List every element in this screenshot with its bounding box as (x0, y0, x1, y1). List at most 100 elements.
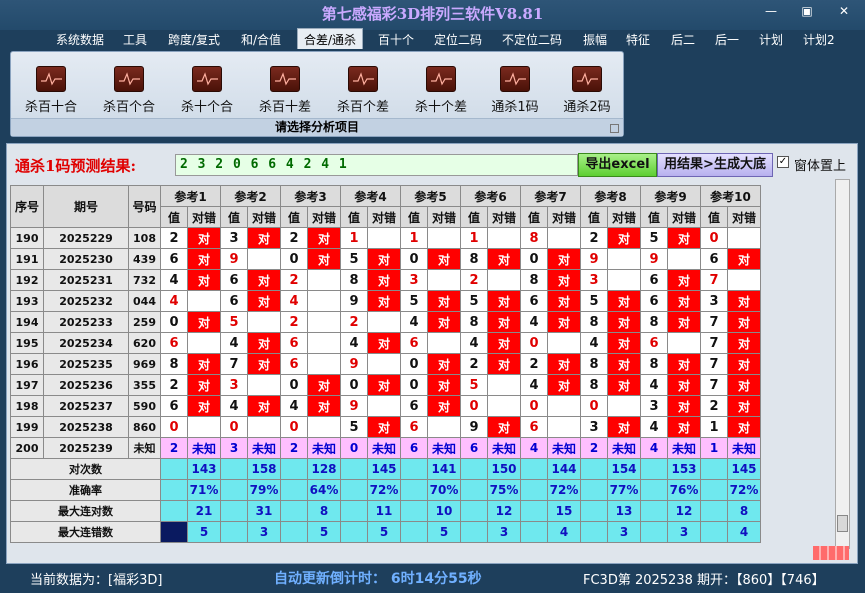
row-number: 108 (128, 227, 161, 249)
stats-spacer (460, 458, 488, 480)
subheader-hit: 对错 (187, 206, 221, 228)
cell-value: 1 (460, 227, 488, 249)
ribbon-label: 杀百十合 (24, 100, 77, 115)
cell-value: 4 (460, 332, 488, 354)
stats-value: 72% (367, 479, 401, 501)
ribbon-button-kill-bs-diff[interactable]: 杀百十差 (250, 66, 320, 115)
cell-hit: 对 (487, 311, 521, 333)
stats-label: 对次数 (10, 458, 161, 480)
table-row[interactable]: 199 2025238 860 0 0 0 5 对 6 9 对 6 3 对 4 对 1 对 (10, 416, 761, 438)
ribbon-button-kill-1[interactable]: 通杀1码 (480, 66, 550, 115)
cell-value: 0 (160, 416, 188, 438)
cell-value: 6 (160, 332, 188, 354)
menu-item-last-two[interactable]: 后二 (665, 29, 701, 50)
menu-item-combo-kill[interactable]: 合差/通杀 (297, 28, 364, 49)
menu-item-positions[interactable]: 百十个 (372, 29, 420, 50)
cell-value: 6 (640, 290, 668, 312)
expand-corner-icon[interactable] (610, 124, 619, 133)
column-header-ref: 参考1 (160, 185, 221, 207)
ribbon-button-kill-bg-diff[interactable]: 杀百个差 (328, 66, 398, 115)
cell-value: 4 (160, 269, 188, 291)
row-period: 2025231 (43, 269, 129, 291)
pin-checkbox[interactable]: ✓ (777, 156, 789, 168)
menu-item-system-data[interactable]: 系统数据 (50, 29, 110, 50)
cell-value: 6 (160, 395, 188, 417)
stats-label: 最大连错数 (10, 521, 161, 543)
cell-hit: 对 (667, 374, 701, 396)
stats-value: 158 (247, 458, 281, 480)
chart-icon (36, 66, 66, 92)
cell-hit: 对 (607, 332, 641, 354)
menu-item-last-one[interactable]: 后一 (709, 29, 745, 50)
export-excel-button[interactable]: 导出excel (578, 153, 657, 177)
menu-item-span[interactable]: 跨度/复式 (162, 29, 226, 50)
stats-label: 最大连对数 (10, 500, 161, 522)
table-row[interactable]: 198 2025237 590 6 对 4 对 4 对 9 6 对 0 0 0 3 对 2 对 (10, 395, 761, 417)
table-row[interactable]: 197 2025236 355 2 对 3 0 对 0 对 0 对 5 4 对 8 对 4 对 7 对 (10, 374, 761, 396)
cell-value: 0 (280, 374, 308, 396)
menu-item-fixed-two[interactable]: 定位二码 (428, 29, 488, 50)
row-period: 2025230 (43, 248, 129, 270)
ribbon-button-kill-bg-sum[interactable]: 杀百个合 (94, 66, 164, 115)
column-header-period: 期号 (43, 185, 129, 228)
cell-value: 6 (640, 332, 668, 354)
menu-item-tools[interactable]: 工具 (117, 29, 153, 50)
table-row[interactable]: 196 2025235 969 8 对 7 对 6 9 0 对 2 对 2 对 8 对 8 对 7 对 (10, 353, 761, 375)
table-row[interactable]: 194 2025233 259 0 对 5 2 2 4 对 8 对 4 对 8 对 8 对 7 对 (10, 311, 761, 333)
cell-hit: 对 (607, 353, 641, 375)
maximize-button[interactable]: ▣ (795, 4, 819, 18)
cell-value: 4 (640, 374, 668, 396)
cell-hit: 对 (307, 395, 341, 417)
ribbon-label: 杀百十差 (258, 100, 311, 115)
cell-value: 9 (340, 290, 368, 312)
ribbon-button-kill-2[interactable]: 通杀2码 (552, 66, 622, 115)
menu-item-amplitude[interactable]: 振幅 (577, 29, 613, 50)
cell-value: 4 (160, 290, 188, 312)
ribbon-button-kill-bs-sum[interactable]: 杀百十合 (16, 66, 86, 115)
table-row[interactable]: 191 2025230 439 6 对 9 0 对 5 对 0 对 8 对 0 对 9 9 6 对 (10, 248, 761, 270)
cell-value: 0 (520, 332, 548, 354)
cell-hit: 对 (667, 269, 701, 291)
subheader-value: 值 (520, 206, 548, 228)
column-header-ref: 参考3 (280, 185, 341, 207)
table-row[interactable]: 192 2025231 732 4 对 6 对 2 8 对 3 2 8 对 3 6 对 7 (10, 269, 761, 291)
menu-item-unfixed-two[interactable]: 不定位二码 (496, 29, 568, 50)
cell-value: 0 (400, 248, 428, 270)
row-seq: 197 (10, 374, 44, 396)
next-period-row[interactable]: 200 2025239 未知 2 未知 3 未知 2 未知 0 未知 6 未知 6 未知 4 未知 2 未知 4 未知 1… (10, 437, 761, 459)
table-row[interactable]: 193 2025232 044 4 6 对 4 9 对 5 对 5 对 6 对 5 对 6 对 3 对 (10, 290, 761, 312)
row-period: 2025235 (43, 353, 129, 375)
cell-value: 5 (640, 227, 668, 249)
menu-item-plan[interactable]: 计划 (753, 29, 789, 50)
stats-value: 5 (427, 521, 461, 543)
generate-base-button[interactable]: 用结果>生成大底 (657, 153, 773, 177)
menu-item-feature[interactable]: 特征 (620, 29, 656, 50)
subheader-value: 值 (280, 206, 308, 228)
cell-hit: 对 (727, 374, 761, 396)
cell-value: 5 (220, 311, 248, 333)
table-row[interactable]: 195 2025234 620 6 4 对 6 4 对 6 4 对 0 4 对 6 7 对 (10, 332, 761, 354)
cell-hit: 对 (487, 332, 521, 354)
ribbon-button-kill-sg-diff[interactable]: 杀十个差 (406, 66, 476, 115)
close-button[interactable]: ✕ (832, 4, 856, 18)
prediction-value[interactable]: 2 3 2 0 6 6 4 2 4 1 (175, 154, 578, 176)
ribbon-button-kill-sg-sum[interactable]: 杀十个合 (172, 66, 242, 115)
stats-spacer (160, 500, 188, 522)
countdown-label: 自动更新倒计时： 6时14分55秒 (274, 571, 482, 587)
menu-item-sum[interactable]: 和/合值 (235, 29, 287, 50)
stats-value: 8 (727, 500, 761, 522)
cell-hit: 对 (727, 353, 761, 375)
cell-hit: 对 (367, 416, 401, 438)
cell-hit: 对 (667, 311, 701, 333)
stats-spacer (400, 458, 428, 480)
vertical-scrollbar[interactable] (835, 179, 850, 549)
stats-spacer (400, 500, 428, 522)
table-row[interactable]: 190 2025229 108 2 对 3 对 2 对 1 1 1 8 2 对 5 对 0 (10, 227, 761, 249)
menu-item-plan2[interactable]: 计划2 (797, 29, 841, 50)
cell-value: 2 (160, 227, 188, 249)
scroll-thumb[interactable] (837, 515, 848, 532)
minimize-button[interactable]: — (759, 4, 783, 18)
cell-hit: 对 (427, 374, 461, 396)
cell-value: 3 (220, 437, 248, 459)
cell-miss (247, 311, 281, 333)
